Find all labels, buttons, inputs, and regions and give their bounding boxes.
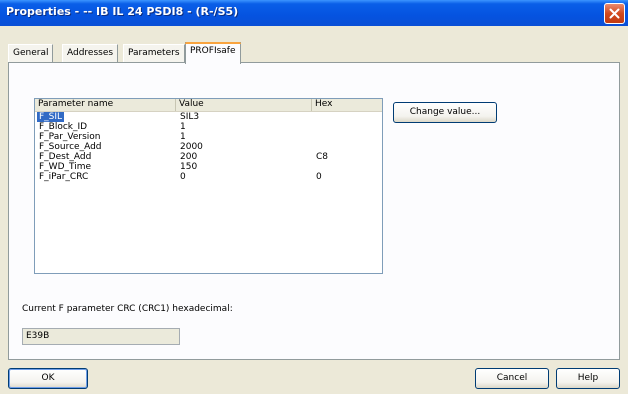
ok-button[interactable]: OK	[8, 368, 88, 389]
cell-value: 1	[180, 122, 186, 132]
crc-label: Current F parameter CRC (CRC1) hexadecim…	[22, 304, 233, 314]
cell-hex: 0	[316, 172, 322, 182]
table-row[interactable]: F_Dest_Add 200 C8	[35, 152, 382, 162]
column-header-parameter-name[interactable]: Parameter name	[35, 99, 176, 111]
help-button[interactable]: Help	[556, 368, 620, 389]
crc-value-field: E39B	[22, 328, 180, 345]
parameters-list[interactable]: Parameter name Value Hex F_SIL SIL3 F_Bl…	[34, 98, 383, 274]
table-row[interactable]: F_Par_Version 1	[35, 132, 382, 142]
column-header-hex[interactable]: Hex	[312, 99, 382, 111]
tab-parameters[interactable]: Parameters	[123, 44, 185, 62]
column-header-value[interactable]: Value	[176, 99, 312, 111]
cell-value: 200	[180, 152, 198, 162]
cell-value: SIL3	[180, 112, 200, 122]
cell-parameter-name: F_Block_ID	[39, 122, 88, 132]
cancel-button[interactable]: Cancel	[475, 368, 549, 389]
cell-parameter-name: F_Par_Version	[39, 132, 101, 142]
table-row[interactable]: F_SIL SIL3	[35, 112, 382, 122]
tab-profisafe[interactable]: PROFIsafe	[185, 42, 241, 64]
cell-parameter-name: F_iPar_CRC	[39, 172, 89, 182]
cell-value: 0	[180, 172, 186, 182]
table-row[interactable]: F_iPar_CRC 0 0	[35, 172, 382, 182]
cell-parameter-name: F_Dest_Add	[39, 152, 92, 162]
cell-parameter-name: F_SIL	[37, 112, 65, 122]
table-row[interactable]: F_Source_Add 2000	[35, 142, 382, 152]
cell-value: 150	[180, 162, 198, 172]
window-title: Properties - -- IB IL 24 PSDI8 - (R-/S5)	[6, 5, 239, 18]
title-bar[interactable]: Properties - -- IB IL 24 PSDI8 - (R-/S5)	[0, 0, 628, 26]
change-value-button[interactable]: Change value...	[393, 102, 497, 123]
properties-dialog: Properties - -- IB IL 24 PSDI8 - (R-/S5)…	[0, 0, 628, 394]
cell-value: 1	[180, 132, 186, 142]
close-icon	[609, 8, 620, 19]
close-button[interactable]	[604, 3, 625, 24]
cell-parameter-name: F_WD_Time	[39, 162, 92, 172]
table-row[interactable]: F_WD_Time 150	[35, 162, 382, 172]
cell-value: 2000	[180, 142, 203, 152]
tab-general[interactable]: General	[8, 44, 54, 62]
list-header: Parameter name Value Hex	[35, 99, 382, 112]
cell-parameter-name: F_Source_Add	[39, 142, 102, 152]
cell-hex: C8	[316, 152, 329, 162]
tab-addresses[interactable]: Addresses	[62, 44, 119, 62]
table-row[interactable]: F_Block_ID 1	[35, 122, 382, 132]
